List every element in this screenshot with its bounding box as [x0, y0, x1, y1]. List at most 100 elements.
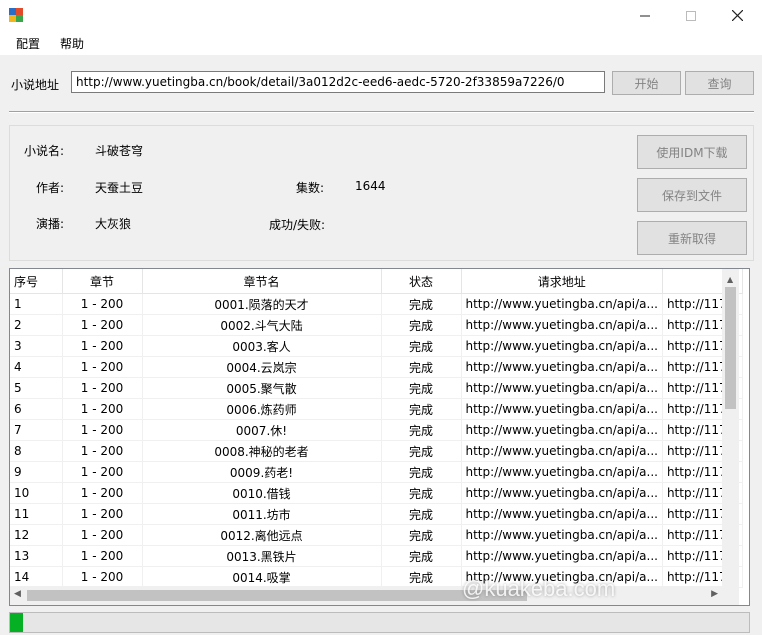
cell-index: 2 — [10, 314, 63, 336]
table-row[interactable]: 91 - 200 0009.药老! 完成 http://www.yuetingba.c… — [10, 461, 744, 483]
cell-status: 完成 — [381, 356, 462, 378]
col-header-index[interactable]: 序号 — [10, 269, 63, 294]
header-row: 序号 章节 章节名 状态 请求地址 — [10, 269, 744, 294]
cell-chapter-name: 0002.斗气大陆 — [142, 314, 382, 336]
cell-chapter: 1 - 200 — [62, 524, 143, 546]
table-row[interactable]: 51 - 200 0005.聚气散 完成 http://www.yuetingba.c… — [10, 377, 744, 399]
cell-chapter: 1 - 200 — [62, 503, 143, 525]
divider — [9, 111, 754, 113]
table-row[interactable]: 71 - 200 0007.休! 完成 http://www.yuetingba.cn… — [10, 419, 744, 441]
cell-chapter-name: 0005.聚气散 — [142, 377, 382, 399]
vertical-scroll-thumb[interactable] — [725, 287, 736, 409]
cell-chapter-name: 0007.休! — [142, 419, 382, 441]
table-row[interactable]: 13 1 - 200 0013.黑铁片 完成 http://www.yuetingba.… — [10, 545, 744, 567]
horizontal-scroll-thumb[interactable] — [27, 590, 527, 601]
cell-status: 完成 — [381, 377, 462, 399]
chapter-grid: 序号 章节 章节名 状态 请求地址 11 - 200 0001.陨落的天才 完成 ht… — [9, 268, 750, 606]
col-header-request-url[interactable]: 请求地址 — [461, 269, 663, 294]
table-row[interactable]: 14 1 - 200 0014.吸掌 完成 http://www.yuetingba.c… — [10, 566, 744, 588]
close-button[interactable] — [714, 0, 760, 31]
maximize-button[interactable] — [668, 0, 714, 31]
episodes-label: 集数: — [296, 181, 325, 195]
scroll-left-icon[interactable]: ◀ — [14, 589, 21, 599]
cell-request-url: http://www.yuetingba.cn/api/a... — [461, 482, 663, 504]
cell-request-url: http://www.yuetingba.cn/api/a... — [461, 293, 663, 315]
table-row[interactable]: 31 - 200 0003.客人 完成 http://www.yuetingba.cn… — [10, 335, 744, 357]
cell-index: 1 — [10, 293, 63, 315]
cell-status: 完成 — [381, 482, 462, 504]
col-header-chapter-name[interactable]: 章节名 — [142, 269, 382, 294]
table-row[interactable]: 10 1 - 200 0010.借钱 完成 http://www.yuetingba.c… — [10, 482, 744, 504]
cell-chapter: 1 - 200 — [62, 419, 143, 441]
cell-chapter-name: 0009.药老! — [142, 461, 382, 483]
cell-status: 完成 — [381, 545, 462, 567]
scroll-right-icon[interactable]: ▶ — [711, 589, 718, 599]
cell-index: 12 — [10, 524, 63, 546]
cell-index: 8 — [10, 440, 63, 462]
cell-request-url: http://www.yuetingba.cn/api/a... — [461, 461, 663, 483]
url-label: 小说地址 — [11, 78, 60, 92]
author-label: 作者: — [36, 181, 65, 195]
url-input[interactable]: http://www.yuetingba.cn/book/detail/3a01… — [71, 71, 605, 93]
table-row[interactable]: 41 - 200 0004.云岚宗 完成 http://www.yuetingba.c… — [10, 356, 744, 378]
cell-index: 4 — [10, 356, 63, 378]
cell-status: 完成 — [381, 461, 462, 483]
query-button[interactable]: 查询 — [685, 71, 754, 95]
refetch-button[interactable]: 重新取得 — [637, 221, 747, 255]
narrator-label: 演播: — [36, 217, 65, 231]
cell-chapter: 1 - 200 — [62, 377, 143, 399]
cell-chapter: 1 - 200 — [62, 293, 143, 315]
save-to-file-button[interactable]: 保存到文件 — [637, 178, 747, 212]
cell-status: 完成 — [381, 524, 462, 546]
table-row[interactable]: 81 - 200 0008.神秘的老者 完成 http://www.yuetingba… — [10, 440, 744, 462]
app-icon — [9, 8, 23, 22]
cell-chapter-name: 0013.黑铁片 — [142, 545, 382, 567]
col-header-chapter[interactable]: 章节 — [62, 269, 143, 294]
minimize-icon — [640, 15, 650, 16]
cell-request-url: http://www.yuetingba.cn/api/a... — [461, 440, 663, 462]
cell-chapter-name: 0012.离他远点 — [142, 524, 382, 546]
cell-chapter: 1 - 200 — [62, 335, 143, 357]
progress-fill — [10, 613, 23, 632]
table-row[interactable]: 21 - 200 0002.斗气大陆 完成 http://www.yuetingba.… — [10, 314, 744, 336]
cell-request-url: http://www.yuetingba.cn/api/a... — [461, 545, 663, 567]
idm-download-button[interactable]: 使用IDM下载 — [637, 135, 747, 169]
cell-index: 10 — [10, 482, 63, 504]
cell-request-url: http://www.yuetingba.cn/api/a... — [461, 314, 663, 336]
start-button[interactable]: 开始 — [612, 71, 681, 95]
cell-chapter: 1 - 200 — [62, 356, 143, 378]
scroll-up-icon[interactable]: ▲ — [727, 275, 733, 284]
cell-index: 11 — [10, 503, 63, 525]
table-row[interactable]: 11 1 - 200 0011.坊市 完成 http://www.yuetingba.c… — [10, 503, 744, 525]
cell-index: 9 — [10, 461, 63, 483]
cell-request-url: http://www.yuetingba.cn/api/a... — [461, 335, 663, 357]
chapter-table: 序号 章节 章节名 状态 请求地址 11 - 200 0001.陨落的天才 完成 ht… — [10, 269, 744, 588]
episodes-value: 1644 — [355, 179, 386, 193]
menu-config[interactable]: 配置 — [16, 35, 40, 52]
result-label: 成功/失败: — [269, 218, 326, 232]
col-header-status[interactable]: 状态 — [381, 269, 462, 294]
close-icon — [731, 10, 743, 21]
vertical-scrollbar[interactable]: ▲ — [722, 269, 739, 586]
table-row[interactable]: 11 - 200 0001.陨落的天才 完成 http://www.yuetingba… — [10, 293, 744, 315]
minimize-button[interactable] — [622, 0, 668, 31]
table-row[interactable]: 12 1 - 200 0012.离他远点 完成 http://www.yuetingba… — [10, 524, 744, 546]
watermark: @kuakeba.com — [462, 576, 616, 601]
table-row[interactable]: 61 - 200 0006.炼药师 完成 http://www.yuetingba.c… — [10, 398, 744, 420]
cell-chapter-name: 0014.吸掌 — [142, 566, 382, 588]
cell-chapter: 1 - 200 — [62, 314, 143, 336]
cell-request-url: http://www.yuetingba.cn/api/a... — [461, 398, 663, 420]
horizontal-scrollbar[interactable]: ◀ ▶ — [10, 586, 722, 605]
menu-help[interactable]: 帮助 — [60, 35, 84, 52]
maximize-icon — [686, 10, 696, 21]
narrator-value: 大灰狼 — [95, 217, 132, 231]
cell-chapter-name: 0008.神秘的老者 — [142, 440, 382, 462]
cell-chapter: 1 - 200 — [62, 566, 143, 588]
cell-request-url: http://www.yuetingba.cn/api/a... — [461, 377, 663, 399]
cell-status: 完成 — [381, 440, 462, 462]
cell-chapter: 1 - 200 — [62, 440, 143, 462]
cell-index: 6 — [10, 398, 63, 420]
cell-status: 完成 — [381, 335, 462, 357]
cell-index: 7 — [10, 419, 63, 441]
cell-status: 完成 — [381, 293, 462, 315]
